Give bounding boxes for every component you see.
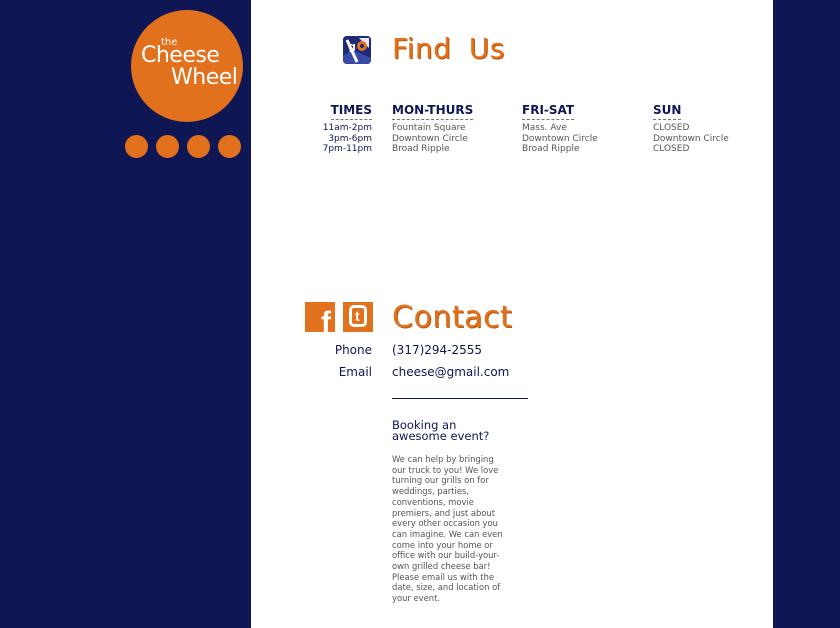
times-column: TIMES 11am-2pm 3pm-6pm 7pm-11pm xyxy=(318,99,372,155)
sun-header: SUN xyxy=(653,103,682,120)
phone-value[interactable]: (317)294-2555 xyxy=(392,343,482,357)
nav-dot-4[interactable] xyxy=(218,135,241,158)
email-value[interactable]: cheese@gmail.com xyxy=(392,365,509,379)
location-row: Downtown Circle xyxy=(522,133,598,144)
location-row: CLOSED xyxy=(653,144,690,154)
nav-dot-2[interactable] xyxy=(156,135,179,158)
logo-wheel-text: Wheel xyxy=(171,65,238,90)
sun-column: SUN CLOSED Downtown Circle CLOSED xyxy=(653,99,763,155)
find-us-title: Find Us xyxy=(392,32,505,65)
cheese-wheel-logo[interactable]: the Cheese Wheel xyxy=(131,10,243,122)
booking-heading: Booking an awesome event? xyxy=(392,418,490,443)
contact-title: Contact xyxy=(392,300,513,335)
divider xyxy=(392,398,528,399)
location-row: Mass. Ave xyxy=(522,123,567,133)
twitter-icon[interactable]: t xyxy=(343,302,373,332)
time-row: 7pm-11pm xyxy=(322,144,372,154)
svg-text:g: g xyxy=(348,40,356,53)
location-row: CLOSED xyxy=(653,123,690,133)
nav-dot-1[interactable] xyxy=(125,135,148,158)
nav-dot-3[interactable] xyxy=(187,135,210,158)
time-row: 11am-2pm xyxy=(322,123,372,133)
facebook-icon[interactable]: f xyxy=(305,302,335,332)
time-row: 3pm-6pm xyxy=(328,133,372,144)
booking-text: We can help by bringing our truck to you… xyxy=(392,454,503,604)
location-row: Downtown Circle xyxy=(392,133,468,144)
mon-thurs-column: MON-THURS Fountain Square Downtown Circl… xyxy=(392,99,502,155)
fri-sat-header: FRI-SAT xyxy=(522,103,575,120)
location-row: Fountain Square xyxy=(392,123,466,133)
fri-sat-column: FRI-SAT Mass. Ave Downtown Circle Broad … xyxy=(522,99,632,155)
location-row: Downtown Circle xyxy=(653,133,729,144)
location-row: Broad Ripple xyxy=(392,144,450,154)
location-row: Broad Ripple xyxy=(522,144,580,154)
times-header: TIMES xyxy=(330,103,372,120)
phone-label: Phone xyxy=(334,343,372,357)
email-label: Email xyxy=(338,365,372,379)
mon-thurs-header: MON-THURS xyxy=(392,103,474,120)
google-maps-icon[interactable]: g xyxy=(343,36,371,64)
